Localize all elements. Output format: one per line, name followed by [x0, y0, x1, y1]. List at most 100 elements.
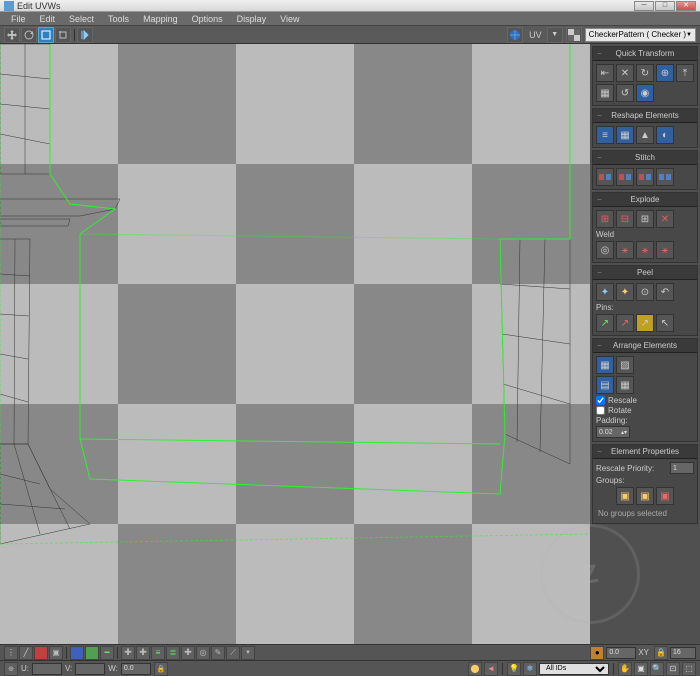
angle-spinner[interactable]: 16	[670, 647, 696, 659]
rescale-checkbox[interactable]: Rescale	[596, 396, 656, 405]
sel-shrink[interactable]	[85, 646, 99, 660]
menu-mapping[interactable]: Mapping	[136, 14, 185, 24]
freeform-tool[interactable]	[55, 27, 71, 43]
close-button[interactable]: ✕	[676, 1, 696, 11]
pin-remove[interactable]: ↗	[616, 314, 634, 332]
checker-toggle[interactable]	[566, 27, 582, 43]
peel-pelt[interactable]: ✦	[616, 283, 634, 301]
pin-add[interactable]: ↗	[596, 314, 614, 332]
menu-view[interactable]: View	[273, 14, 306, 24]
tool-lines2[interactable]: ≣	[166, 646, 180, 660]
group-select[interactable]: ▣	[656, 487, 674, 505]
maximize-button[interactable]: □	[655, 1, 675, 11]
pin-toggle[interactable]: ↗	[636, 314, 654, 332]
u-input[interactable]	[32, 663, 62, 675]
qt-align-left[interactable]: ⇤	[596, 64, 614, 82]
tool-brush[interactable]: ✎	[211, 646, 225, 660]
globe-icon[interactable]	[507, 27, 523, 43]
pin-select[interactable]: ↖	[656, 314, 674, 332]
sel-grow[interactable]	[70, 646, 84, 660]
zoom-sel-icon[interactable]: ▣	[634, 662, 648, 676]
zoom-icon[interactable]: 🔍	[650, 662, 664, 676]
menu-edit[interactable]: Edit	[33, 14, 63, 24]
zoom-all-icon[interactable]: ⊡	[666, 662, 680, 676]
weld-target[interactable]: ◎	[596, 241, 614, 259]
qt-rotate-ccw[interactable]: ↺	[616, 84, 634, 102]
tool-dropdown[interactable]: ▼	[241, 646, 255, 660]
panel-explode: −Explode ⊞ ⊟ ⊞ ✕ Weld ◎ ⚹ ⚹ ⚹	[592, 192, 698, 263]
v-input[interactable]	[75, 663, 105, 675]
ids-combo[interactable]: All IDs	[539, 663, 609, 675]
sel-ring[interactable]: ━	[100, 646, 114, 660]
zoom-region-icon[interactable]: ⬚	[682, 662, 696, 676]
peel-reset[interactable]: ↶	[656, 283, 674, 301]
reshape-relax[interactable]: ▲	[636, 126, 654, 144]
bulb-icon[interactable]: 💡	[507, 662, 521, 676]
coord-toggle[interactable]: ⊕	[4, 662, 18, 676]
priority-spinner[interactable]: 1	[670, 462, 694, 474]
tool-lines1[interactable]: ≡	[151, 646, 165, 660]
peel-quick[interactable]: ✦	[596, 283, 614, 301]
scale-tool[interactable]	[38, 27, 54, 43]
light-icon[interactable]: ⬤	[468, 662, 482, 676]
qt-align-top[interactable]: ⤒	[676, 64, 694, 82]
minimize-button[interactable]: ─	[634, 1, 654, 11]
render-uv[interactable]: ●	[590, 646, 604, 660]
qt-rotate[interactable]: ↻	[636, 64, 654, 82]
qt-align-grid[interactable]: ▦	[596, 84, 614, 102]
uv-viewport[interactable]	[0, 44, 590, 644]
menu-select[interactable]: Select	[62, 14, 101, 24]
arrange-pack[interactable]: ▦	[596, 356, 614, 374]
stitch-3[interactable]	[636, 168, 654, 186]
peel-relax[interactable]: ⊙	[636, 283, 654, 301]
mirror-tool[interactable]	[77, 27, 93, 43]
coord-lock[interactable]: 🔒	[154, 662, 168, 676]
tool-plus1[interactable]: ✚	[121, 646, 135, 660]
w-input[interactable]	[121, 663, 151, 675]
texture-combo[interactable]: CheckerPattern ( Checker )▼	[585, 28, 696, 42]
explode-4[interactable]: ✕	[656, 210, 674, 228]
stitch-2[interactable]	[616, 168, 634, 186]
reshape-circle[interactable]: ◐	[656, 126, 674, 144]
padding-spinner[interactable]: 0.02▴▾	[596, 426, 630, 438]
sub-face[interactable]	[34, 646, 48, 660]
arrange-pack2[interactable]: ▤	[596, 376, 614, 394]
pan-icon[interactable]: ✋	[618, 662, 632, 676]
weld-2[interactable]: ⚹	[636, 241, 654, 259]
explode-3[interactable]: ⊞	[636, 210, 654, 228]
qt-circle[interactable]: ◉	[636, 84, 654, 102]
sub-edge[interactable]: ╱	[19, 646, 33, 660]
stitch-4[interactable]	[656, 168, 674, 186]
reshape-straighten[interactable]: ≡	[596, 126, 614, 144]
uv-dropdown-icon[interactable]: ▼	[547, 27, 563, 43]
other-spinner[interactable]: 0.0	[606, 647, 636, 659]
rotate-checkbox[interactable]: Rotate	[596, 406, 656, 415]
tool-paint[interactable]: ⟋	[226, 646, 240, 660]
reshape-grid[interactable]: ▦	[616, 126, 634, 144]
weld-1[interactable]: ⚹	[616, 241, 634, 259]
xy-lock[interactable]: 🔒	[654, 646, 668, 660]
arrow-icon[interactable]: ◄	[484, 662, 498, 676]
qt-align-center[interactable]: ✕	[616, 64, 634, 82]
tool-target[interactable]: ◎	[196, 646, 210, 660]
explode-1[interactable]: ⊞	[596, 210, 614, 228]
arrange-tile2[interactable]: ▦	[616, 376, 634, 394]
snow-icon[interactable]: ❄	[523, 662, 537, 676]
sub-element[interactable]: ▣	[49, 646, 63, 660]
menu-options[interactable]: Options	[185, 14, 230, 24]
group-add[interactable]: ▣	[616, 487, 634, 505]
group-remove[interactable]: ▣	[636, 487, 654, 505]
rotate-tool[interactable]	[21, 27, 37, 43]
explode-2[interactable]: ⊟	[616, 210, 634, 228]
tool-plus3[interactable]: ✚	[181, 646, 195, 660]
stitch-1[interactable]	[596, 168, 614, 186]
menu-file[interactable]: File	[4, 14, 33, 24]
arrange-tile[interactable]: ▨	[616, 356, 634, 374]
move-tool[interactable]	[4, 27, 20, 43]
weld-3[interactable]: ⚹	[656, 241, 674, 259]
menu-display[interactable]: Display	[230, 14, 274, 24]
tool-plus2[interactable]: ✚	[136, 646, 150, 660]
qt-flip[interactable]: ⊕	[656, 64, 674, 82]
sub-vertex[interactable]: ⋮	[4, 646, 18, 660]
menu-tools[interactable]: Tools	[101, 14, 136, 24]
